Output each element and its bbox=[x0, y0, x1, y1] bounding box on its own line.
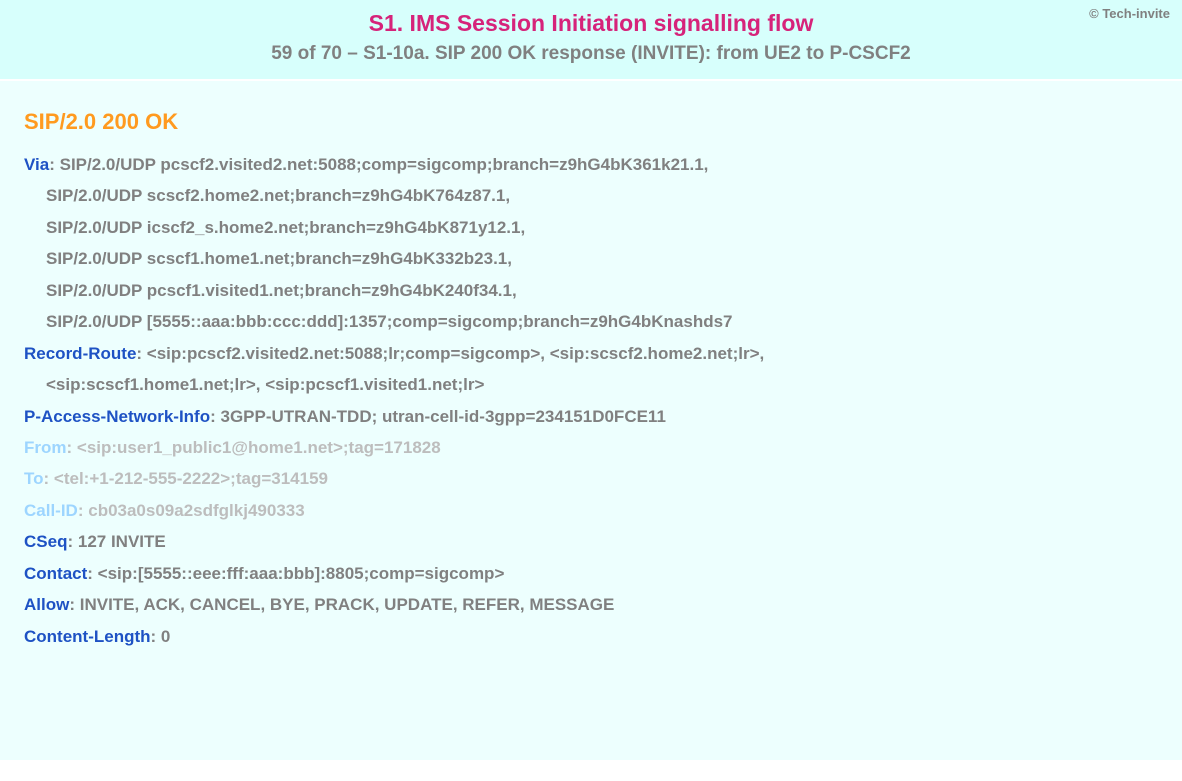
header-value: SIP/2.0/UDP pcscf2.visited2.net:5088;com… bbox=[60, 155, 709, 174]
header-value: 3GPP-UTRAN-TDD; utran-cell-id-3gpp=23415… bbox=[221, 407, 666, 426]
page-subtitle: 59 of 70 – S1-10a. SIP 200 OK response (… bbox=[0, 43, 1182, 65]
header-name: Allow bbox=[24, 595, 69, 614]
sip-header-via-cont: SIP/2.0/UDP pcscf1.visited1.net;branch=z… bbox=[24, 275, 1158, 306]
sip-header-via: Via: SIP/2.0/UDP pcscf2.visited2.net:508… bbox=[24, 149, 1158, 180]
header-value: cb03a0s09a2sdfglkj490333 bbox=[88, 501, 304, 520]
sip-header-to: To: <tel:+1-212-555-2222>;tag=314159 bbox=[24, 463, 1158, 494]
sip-header-cseq: CSeq: 127 INVITE bbox=[24, 526, 1158, 557]
header-value: <sip:pcscf2.visited2.net:5088;lr;comp=si… bbox=[147, 344, 764, 363]
header-value: 0 bbox=[161, 627, 170, 646]
sip-status-line: SIP/2.0 200 OK bbox=[24, 109, 1158, 135]
sip-header-call-id: Call-ID: cb03a0s09a2sdfglkj490333 bbox=[24, 495, 1158, 526]
sip-header-via-cont: SIP/2.0/UDP icscf2_s.home2.net;branch=z9… bbox=[24, 212, 1158, 243]
header-name: Record-Route bbox=[24, 344, 136, 363]
sip-header-pani: P-Access-Network-Info: 3GPP-UTRAN-TDD; u… bbox=[24, 401, 1158, 432]
header-value: <tel:+1-212-555-2222>;tag=314159 bbox=[54, 469, 328, 488]
header-value: <sip:user1_public1@home1.net>;tag=171828 bbox=[77, 438, 441, 457]
header-name: From bbox=[24, 438, 67, 457]
sip-header-allow: Allow: INVITE, ACK, CANCEL, BYE, PRACK, … bbox=[24, 589, 1158, 620]
sip-header-contact: Contact: <sip:[5555::eee:fff:aaa:bbb]:88… bbox=[24, 558, 1158, 589]
sip-header-from: From: <sip:user1_public1@home1.net>;tag=… bbox=[24, 432, 1158, 463]
sip-header-content-length: Content-Length: 0 bbox=[24, 621, 1158, 652]
header-name: Via bbox=[24, 155, 49, 174]
header-value: <sip:[5555::eee:fff:aaa:bbb]:8805;comp=s… bbox=[98, 564, 505, 583]
header-value: INVITE, ACK, CANCEL, BYE, PRACK, UPDATE,… bbox=[80, 595, 615, 614]
sip-message-panel: SIP/2.0 200 OK Via: SIP/2.0/UDP pcscf2.v… bbox=[0, 81, 1182, 760]
sip-header-via-cont: SIP/2.0/UDP scscf1.home1.net;branch=z9hG… bbox=[24, 243, 1158, 274]
sip-header-via-cont: SIP/2.0/UDP scscf2.home2.net;branch=z9hG… bbox=[24, 180, 1158, 211]
header-name: P-Access-Network-Info bbox=[24, 407, 210, 426]
header-name: To bbox=[24, 469, 44, 488]
header-name: Content-Length bbox=[24, 627, 151, 646]
sip-header-record-route: Record-Route: <sip:pcscf2.visited2.net:5… bbox=[24, 338, 1158, 369]
sip-header-via-cont: SIP/2.0/UDP [5555::aaa:bbb:ccc:ddd]:1357… bbox=[24, 306, 1158, 337]
header-name: Contact bbox=[24, 564, 87, 583]
copyright-text: © Tech-invite bbox=[1089, 6, 1170, 21]
header-name: Call-ID bbox=[24, 501, 78, 520]
sip-header-record-route-cont: <sip:scscf1.home1.net;lr>, <sip:pcscf1.v… bbox=[24, 369, 1158, 400]
header-name: CSeq bbox=[24, 532, 67, 551]
page-title: S1. IMS Session Initiation signalling fl… bbox=[0, 10, 1182, 37]
page-header: © Tech-invite S1. IMS Session Initiation… bbox=[0, 0, 1182, 81]
header-value: 127 INVITE bbox=[78, 532, 166, 551]
